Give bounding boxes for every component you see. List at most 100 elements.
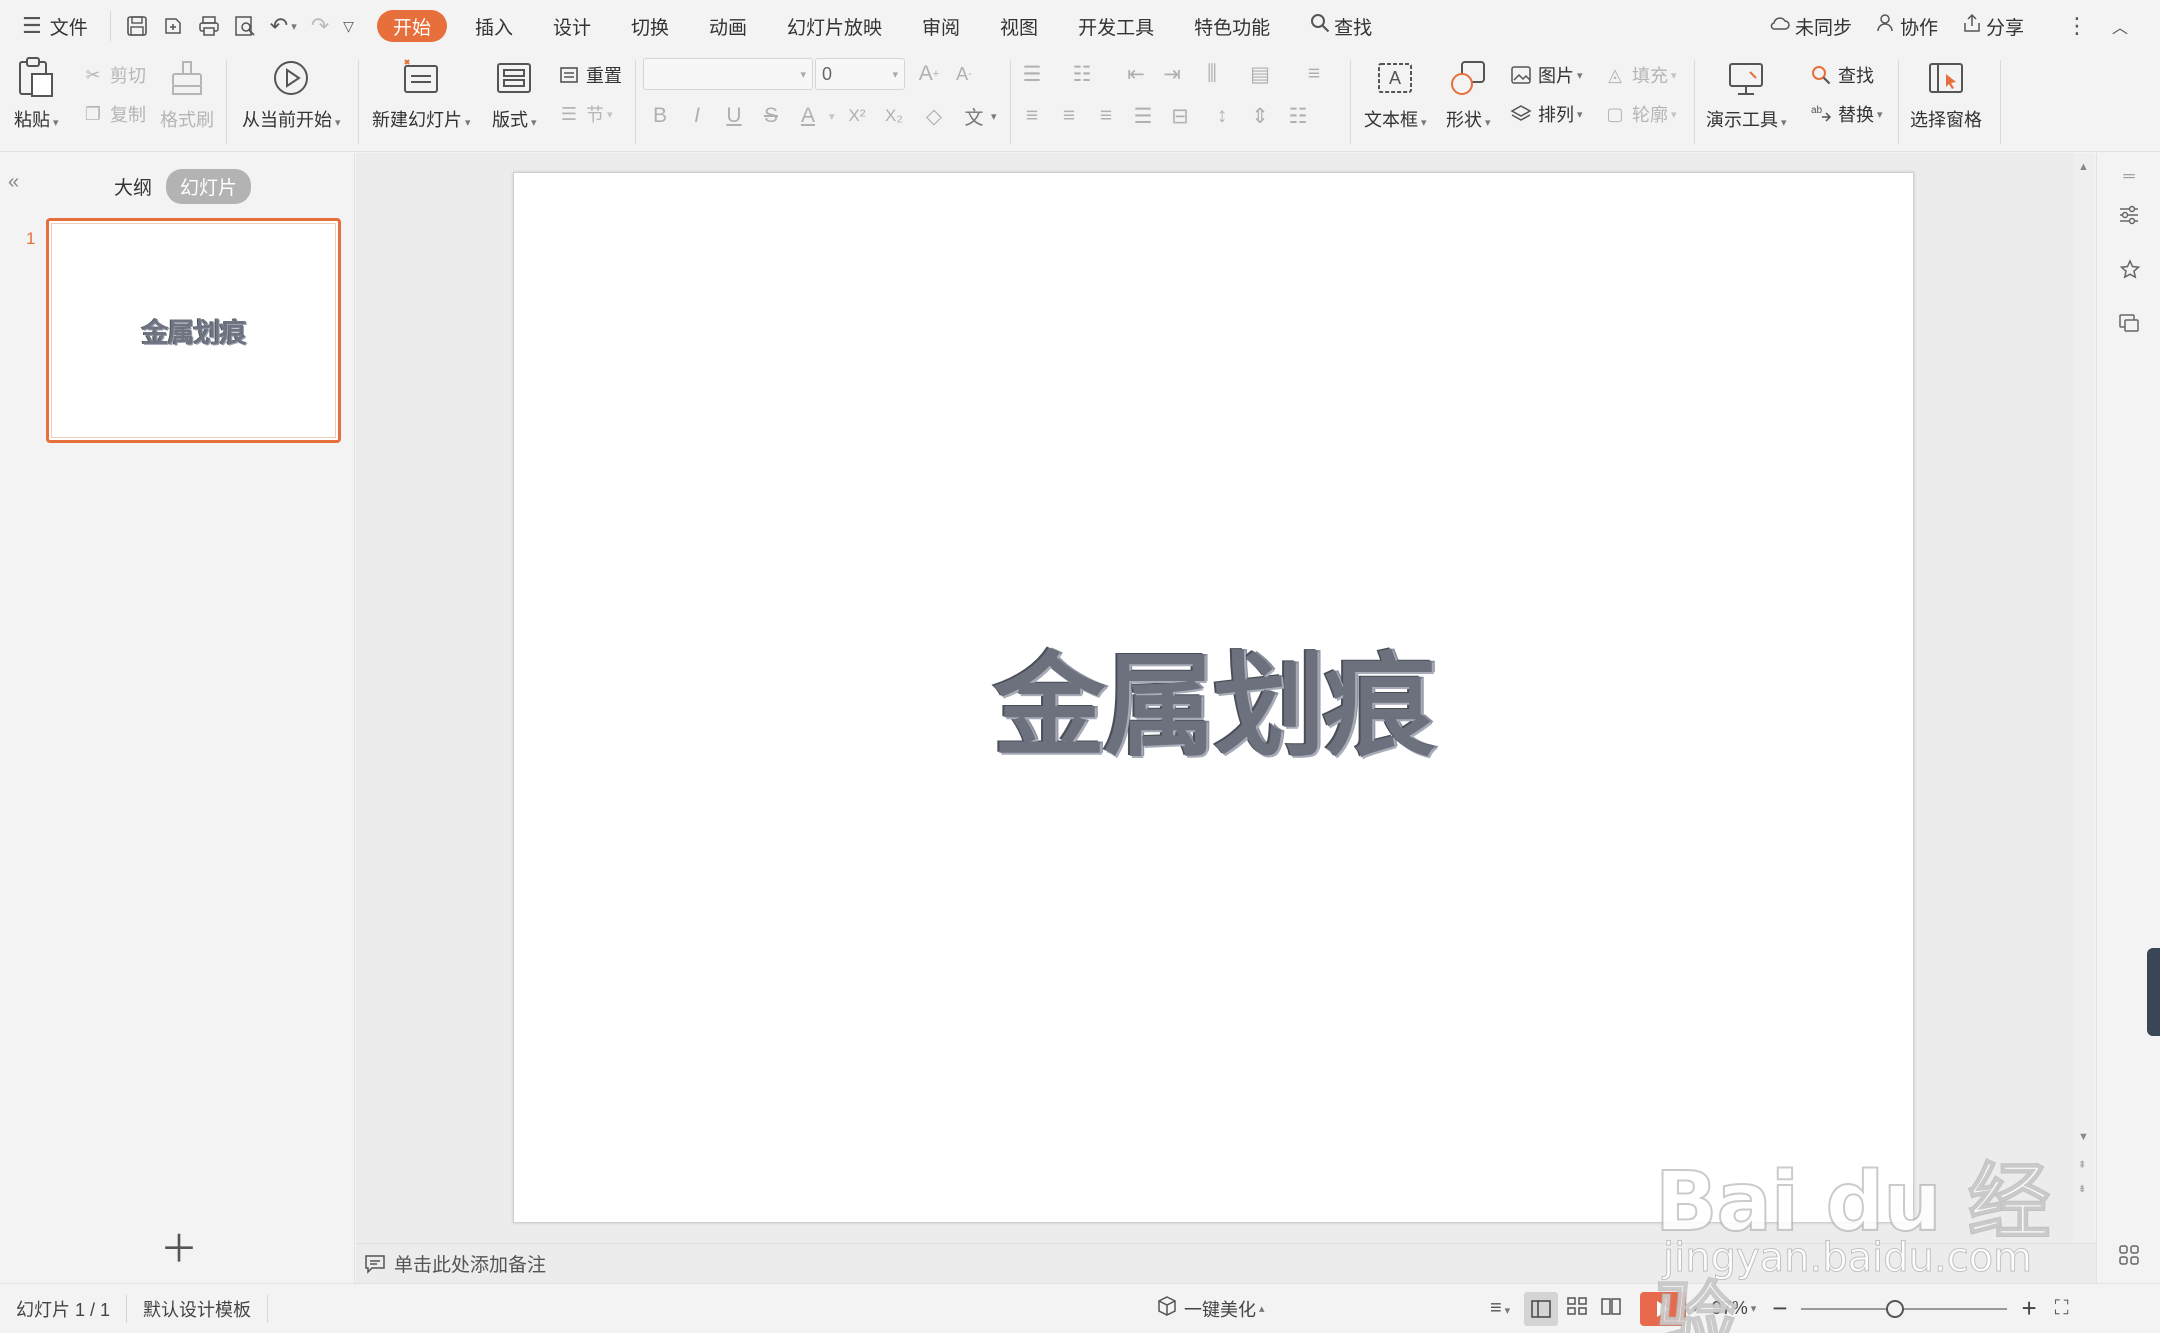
- start-from-current-button[interactable]: 从当前开始 ▾: [242, 56, 341, 132]
- increase-font-icon[interactable]: A +: [915, 60, 943, 88]
- tab-design[interactable]: 设计: [533, 6, 611, 46]
- reset-button[interactable]: 重置: [556, 60, 622, 90]
- export-icon[interactable]: [155, 15, 191, 37]
- tab-transitions[interactable]: 切换: [611, 6, 689, 46]
- italic-button[interactable]: I: [683, 102, 711, 130]
- presentation-tools-button[interactable]: 演示工具 ▾: [1706, 56, 1787, 132]
- slide-thumbnail[interactable]: 金属划痕: [46, 218, 341, 443]
- text-effect-icon[interactable]: 文: [960, 102, 988, 130]
- grid-apps-icon[interactable]: [2115, 1241, 2143, 1269]
- slideshow-caret-icon[interactable]: ▾: [1692, 1302, 1698, 1315]
- print-icon[interactable]: [191, 15, 227, 37]
- tab-home[interactable]: 开始: [376, 10, 447, 42]
- zoom-value[interactable]: 97%: [1712, 1298, 1748, 1319]
- notes-view-icon[interactable]: ≡ ▾: [1490, 1297, 1510, 1320]
- vertical-scrollbar[interactable]: ▲ ▼ ⇞ ⇟: [2073, 153, 2095, 1243]
- settings-sliders-icon[interactable]: [2115, 201, 2143, 229]
- underline-button[interactable]: U: [720, 102, 748, 130]
- comments-icon[interactable]: [2115, 310, 2143, 338]
- slide-sorter-icon[interactable]: [1566, 1296, 1588, 1321]
- animation-star-icon[interactable]: [2115, 256, 2143, 284]
- normal-view-icon[interactable]: [1524, 1291, 1559, 1326]
- layout-button[interactable]: 版式 ▾: [492, 56, 537, 132]
- find-button[interactable]: 查找: [1808, 60, 1874, 90]
- paste-button[interactable]: 粘贴 ▾: [14, 56, 59, 132]
- collapse-panel-icon[interactable]: «: [8, 171, 19, 194]
- font-name-select[interactable]: ▾: [643, 58, 813, 90]
- tab-slides[interactable]: 幻灯片: [166, 169, 252, 204]
- text-direction-icon[interactable]: ⫼: [1198, 60, 1226, 88]
- increase-indent-icon[interactable]: ⇥: [1158, 60, 1186, 88]
- font-size-select[interactable]: 0 ▾: [815, 58, 905, 90]
- bold-button[interactable]: B: [646, 102, 674, 130]
- outline-button[interactable]: ▢ 轮廓 ▾: [1602, 99, 1676, 129]
- new-slide-button[interactable]: 新建幻灯片 ▾: [372, 56, 471, 132]
- align-left-icon[interactable]: ≡: [1018, 102, 1046, 130]
- slide-title-text[interactable]: 金属划痕: [514, 651, 1913, 763]
- sidebar-handle[interactable]: [2147, 948, 2160, 1036]
- collapse-ribbon-icon[interactable]: ︿: [2100, 6, 2140, 46]
- more-menu-icon[interactable]: ⋮: [2054, 6, 2100, 46]
- customize-toolbar-icon[interactable]: ▽: [336, 18, 361, 35]
- zoom-out-icon[interactable]: −: [1772, 1293, 1787, 1324]
- distribute-icon[interactable]: ⊟: [1166, 102, 1194, 130]
- collapse-icon[interactable]: ═: [2115, 163, 2143, 191]
- subscript-button[interactable]: X₂: [880, 102, 908, 130]
- paragraph-settings-icon[interactable]: ☷: [1284, 102, 1312, 130]
- copy-button[interactable]: ❐ 复制: [80, 99, 146, 129]
- slide[interactable]: 金属划痕: [513, 172, 1914, 1223]
- previous-slide-icon[interactable]: ⇞: [2078, 1160, 2086, 1171]
- superscript-button[interactable]: X²: [843, 102, 871, 130]
- paragraph-spacing-icon[interactable]: ⇕: [1246, 102, 1274, 130]
- tab-special[interactable]: 特色功能: [1174, 6, 1290, 46]
- tab-developer[interactable]: 开发工具: [1058, 6, 1174, 46]
- play-slideshow-button[interactable]: [1640, 1291, 1687, 1326]
- format-painter-button[interactable]: 格式刷: [160, 56, 214, 132]
- font-color-caret-icon[interactable]: ▾: [829, 110, 835, 123]
- share-button[interactable]: 分享: [1950, 6, 2036, 46]
- collaborate-button[interactable]: 协作: [1864, 6, 1950, 46]
- clear-format-icon[interactable]: ◇: [920, 102, 948, 130]
- picture-button[interactable]: 图片 ▾: [1508, 60, 1583, 90]
- bullets-icon[interactable]: ☰: [1018, 60, 1046, 88]
- shape-button[interactable]: 形状 ▾: [1446, 56, 1491, 132]
- scroll-up-icon[interactable]: ▲: [2078, 161, 2089, 173]
- line-spacing-icon[interactable]: ↕: [1208, 102, 1236, 130]
- search-command[interactable]: 查找: [1290, 6, 1392, 46]
- scroll-down-icon[interactable]: ▼: [2078, 1131, 2089, 1143]
- reading-view-icon[interactable]: [1600, 1296, 1622, 1321]
- align-text-icon[interactable]: ≡: [1300, 60, 1328, 88]
- replace-button[interactable]: ab 替换 ▾: [1808, 99, 1883, 129]
- fit-window-icon[interactable]: ⛶: [2055, 1297, 2069, 1320]
- numbering-icon[interactable]: ☷: [1068, 60, 1096, 88]
- fill-button[interactable]: ◬ 填充 ▾: [1602, 60, 1676, 90]
- print-preview-icon[interactable]: [227, 15, 263, 37]
- tab-slideshow[interactable]: 幻灯片放映: [767, 6, 902, 46]
- decrease-indent-icon[interactable]: ⇤: [1122, 60, 1150, 88]
- tab-insert[interactable]: 插入: [455, 6, 533, 46]
- tab-review[interactable]: 审阅: [902, 6, 980, 46]
- tab-view[interactable]: 视图: [980, 6, 1058, 46]
- next-slide-icon[interactable]: ⇟: [2078, 1184, 2086, 1195]
- template-name[interactable]: 默认设计模板: [127, 1284, 267, 1333]
- align-right-icon[interactable]: ≡: [1092, 102, 1120, 130]
- cut-button[interactable]: ✂ 剪切: [80, 60, 146, 90]
- one-click-beautify-button[interactable]: 一键美化 ▴: [1140, 1284, 1281, 1333]
- zoom-caret-icon[interactable]: ▾: [1751, 1302, 1757, 1315]
- save-icon[interactable]: [119, 15, 155, 37]
- font-color-button[interactable]: A: [794, 102, 822, 130]
- justify-icon[interactable]: ☰: [1129, 102, 1157, 130]
- add-slide-icon[interactable]: ＋: [160, 1218, 198, 1273]
- tab-animations[interactable]: 动画: [689, 6, 767, 46]
- sync-status[interactable]: 未同步: [1757, 6, 1864, 46]
- tab-outline[interactable]: 大纲: [100, 169, 166, 204]
- file-menu[interactable]: ☰ 文件: [0, 6, 102, 46]
- strikethrough-button[interactable]: S: [757, 102, 785, 130]
- zoom-in-icon[interactable]: +: [2021, 1293, 2036, 1324]
- align-center-icon[interactable]: ≡: [1055, 102, 1083, 130]
- zoom-slider[interactable]: [1801, 1299, 2008, 1319]
- columns-icon[interactable]: ▤: [1246, 60, 1274, 88]
- undo-icon[interactable]: ↶ ▾: [263, 13, 304, 39]
- redo-icon[interactable]: ↷: [304, 13, 336, 39]
- text-effect-caret-icon[interactable]: ▾: [991, 110, 997, 123]
